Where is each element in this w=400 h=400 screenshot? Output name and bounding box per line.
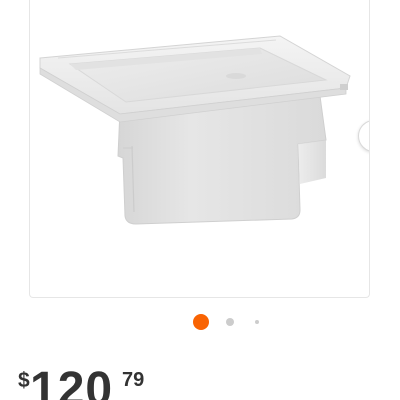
product-image-carousel[interactable]: [29, 0, 370, 298]
product-image: [39, 35, 351, 225]
chevron-right-icon: [368, 128, 370, 144]
carousel-dot-2[interactable]: [226, 318, 234, 326]
price-currency-symbol: $: [18, 369, 30, 392]
price-dollars: 120: [30, 363, 114, 400]
product-page: $ 120 79: [0, 0, 400, 400]
carousel-dot-1[interactable]: [193, 314, 209, 330]
carousel-dot-3[interactable]: [255, 320, 259, 324]
carousel-pagination: [0, 312, 400, 332]
price-cents: 79: [122, 369, 145, 391]
